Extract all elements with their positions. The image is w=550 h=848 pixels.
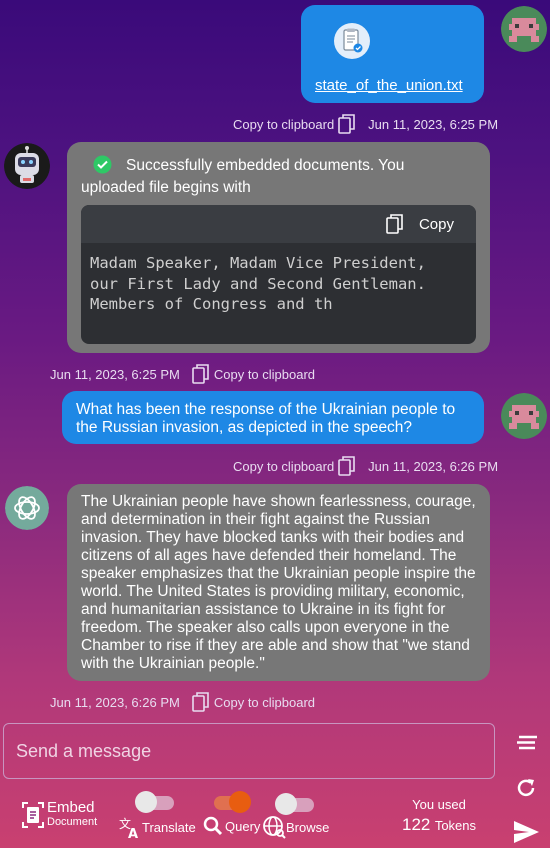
code-block: Copy Madam Speaker, Madam Vice President… bbox=[81, 205, 476, 344]
translate-toggle[interactable] bbox=[135, 791, 174, 813]
token-usage: You used 122 Tokens bbox=[401, 797, 477, 834]
code-copy-button[interactable]: Copy bbox=[386, 214, 454, 234]
query-toggle[interactable] bbox=[214, 791, 251, 813]
bot-answer-message: The Ukrainian people have shown fearless… bbox=[67, 484, 490, 681]
code-content: Madam Speaker, Madam Vice President, our … bbox=[90, 254, 426, 313]
refresh-icon[interactable] bbox=[515, 777, 537, 799]
user-question-message: What has been the response of the Ukrain… bbox=[62, 391, 484, 444]
copy-to-clipboard-button[interactable]: Copy to clipboard bbox=[188, 692, 315, 712]
message-meta: Copy to clipboard Jun 11, 2023, 6:25 PM bbox=[233, 114, 498, 134]
translate-icon: 文A bbox=[119, 816, 138, 839]
file-name-link[interactable]: state_of_the_union.txt bbox=[315, 77, 463, 94]
openai-avatar-icon bbox=[5, 486, 49, 530]
globe-icon bbox=[263, 816, 286, 839]
message-timestamp: Jun 11, 2023, 6:25 PM bbox=[50, 366, 180, 382]
bot-embed-message: Successfully embedded documents. You upl… bbox=[67, 142, 490, 353]
copy-to-clipboard-button[interactable]: Copy to clipboard bbox=[233, 456, 360, 476]
file-icon[interactable] bbox=[334, 23, 370, 59]
message-timestamp: Jun 11, 2023, 6:26 PM bbox=[368, 458, 499, 474]
user-avatar-icon bbox=[501, 393, 547, 439]
message-meta: Jun 11, 2023, 6:25 PM Copy to clipboard bbox=[50, 364, 315, 384]
copy-to-clipboard-button[interactable]: Copy to clipboard bbox=[233, 114, 360, 134]
message-meta: Jun 11, 2023, 6:26 PM Copy to clipboard bbox=[50, 692, 315, 712]
copy-icon bbox=[338, 114, 355, 134]
copy-icon bbox=[192, 364, 209, 384]
message-timestamp: Jun 11, 2023, 6:25 PM bbox=[368, 116, 499, 132]
copy-icon bbox=[338, 456, 355, 476]
query-button[interactable]: Query bbox=[203, 816, 260, 836]
send-icon[interactable] bbox=[513, 820, 540, 844]
message-meta: Copy to clipboard Jun 11, 2023, 6:26 PM bbox=[233, 456, 498, 476]
robot-avatar-icon bbox=[4, 143, 50, 189]
user-file-message: state_of_the_union.txt bbox=[301, 5, 484, 103]
translate-button[interactable]: 文A Translate bbox=[118, 815, 196, 839]
token-count: 122 bbox=[401, 815, 431, 834]
embed-icon bbox=[22, 802, 44, 828]
svg-text:A: A bbox=[128, 827, 138, 839]
embed-status-text: Successfully embedded documents. You upl… bbox=[81, 157, 405, 196]
user-avatar-icon bbox=[501, 6, 547, 52]
message-timestamp: Jun 11, 2023, 6:26 PM bbox=[50, 694, 180, 710]
message-input[interactable]: Send a message bbox=[3, 723, 495, 779]
browse-toggle[interactable] bbox=[275, 793, 314, 815]
search-icon bbox=[203, 816, 223, 836]
clear-icon[interactable] bbox=[515, 735, 539, 751]
browse-button[interactable]: Browse bbox=[262, 815, 329, 839]
code-header: Copy bbox=[81, 205, 476, 243]
copy-to-clipboard-button[interactable]: Copy to clipboard bbox=[188, 364, 315, 384]
embed-document-button[interactable]: Embed Document bbox=[21, 800, 97, 829]
copy-icon bbox=[386, 214, 403, 234]
copy-icon bbox=[192, 692, 209, 712]
